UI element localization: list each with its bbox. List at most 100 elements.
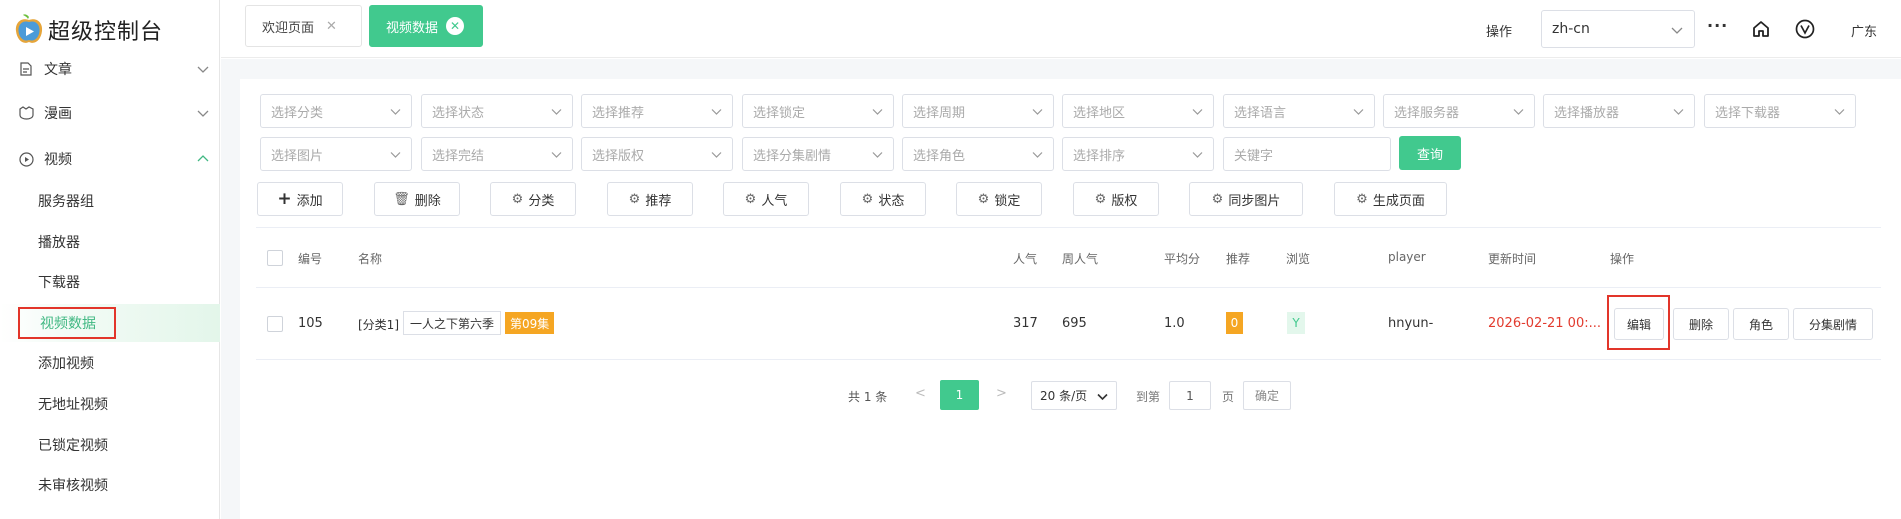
filter-recommend[interactable]: 选择推荐 <box>581 94 733 128</box>
filter-placeholder: 选择下载器 <box>1715 105 1781 121</box>
column-header-recommend: 推荐 <box>1226 252 1251 266</box>
filter-sort[interactable]: 选择排序 <box>1062 137 1214 171</box>
close-icon[interactable]: ✕ <box>326 19 337 34</box>
button-label: 推荐 <box>645 193 672 209</box>
chevron-down-icon <box>1671 27 1683 34</box>
episode-badge: 第09集 <box>505 312 555 334</box>
sidebar-item-unreviewed-video[interactable]: 未审核视频 <box>0 466 220 504</box>
page-number-current[interactable]: 1 <box>940 380 979 410</box>
sidebar-group-video[interactable]: 视频 <box>0 140 220 178</box>
page-size-value: 20 条/页 <box>1040 389 1088 403</box>
chevron-down-icon <box>1673 109 1684 115</box>
sidebar-item-label: 视频数据 <box>18 307 116 339</box>
column-header-operations: 操作 <box>1610 252 1635 266</box>
sidebar-item-video-data[interactable]: 视频数据 <box>0 304 220 342</box>
table-bottom-divider <box>256 359 1881 360</box>
sidebar-item-locked-video[interactable]: 已锁定视频 <box>0 426 220 464</box>
filter-downloader[interactable]: 选择下载器 <box>1704 94 1856 128</box>
tab-label: 欢迎页面 <box>262 20 315 36</box>
cell-name[interactable]: 一人之下第六季 <box>403 311 502 335</box>
gear-icon: ⚙ <box>511 191 524 207</box>
vue-icon[interactable] <box>1795 19 1815 39</box>
button-label: 版权 <box>1111 193 1138 209</box>
recommend-button[interactable]: ⚙ 推荐 <box>607 182 693 216</box>
filter-lock[interactable]: 选择锁定 <box>742 94 894 128</box>
column-header-id: 编号 <box>298 252 323 266</box>
tab-welcome[interactable]: 欢迎页面 ✕ <box>245 5 362 47</box>
filter-placeholder: 选择版权 <box>592 148 645 164</box>
goto-page-input[interactable]: 1 <box>1169 381 1211 410</box>
page-size-select[interactable]: 20 条/页 <box>1031 381 1117 410</box>
filter-placeholder: 选择周期 <box>913 105 966 121</box>
gear-icon: ⚙ <box>744 191 757 207</box>
keyword-input[interactable]: 关键字 <box>1223 137 1391 171</box>
status-button[interactable]: ⚙ 状态 <box>840 182 926 216</box>
filter-placeholder: 选择完结 <box>432 148 485 164</box>
prev-page-icon[interactable]: < <box>915 386 926 401</box>
filter-completed[interactable]: 选择完结 <box>421 137 573 171</box>
filter-episode-plot[interactable]: 选择分集剧情 <box>742 137 894 171</box>
chevron-down-icon <box>872 152 883 158</box>
popularity-button[interactable]: ⚙ 人气 <box>723 182 809 216</box>
category-button[interactable]: ⚙ 分类 <box>490 182 576 216</box>
video-icon <box>18 151 34 167</box>
sidebar-group-comics[interactable]: 漫画 <box>0 94 220 132</box>
filter-placeholder: 选择锁定 <box>753 105 806 121</box>
home-icon[interactable] <box>1751 19 1771 39</box>
cell-id: 105 <box>298 316 323 331</box>
sidebar-item-no-address-video[interactable]: 无地址视频 <box>0 385 220 423</box>
row-delete-button[interactable]: 删除 <box>1673 308 1729 340</box>
button-label: 删除 <box>414 193 441 209</box>
goto-confirm-button[interactable]: 确定 <box>1243 381 1291 410</box>
row-checkbox[interactable] <box>267 316 283 332</box>
sidebar-item-player[interactable]: 播放器 <box>0 223 220 261</box>
app-title: 超级控制台 <box>48 20 164 45</box>
filter-category[interactable]: 选择分类 <box>260 94 412 128</box>
sidebar-item-label: 下载器 <box>38 275 80 291</box>
sidebar-group-label: 漫画 <box>44 106 72 122</box>
tab-video-data[interactable]: 视频数据 ✕ <box>369 5 483 47</box>
close-icon[interactable]: ✕ <box>446 17 465 35</box>
sidebar-item-downloader[interactable]: 下载器 <box>0 263 220 301</box>
language-select[interactable]: zh-cn <box>1541 10 1695 48</box>
filter-placeholder: 选择分类 <box>271 105 324 121</box>
filter-player[interactable]: 选择播放器 <box>1543 94 1695 128</box>
filter-placeholder: 选择地区 <box>1073 105 1126 121</box>
edit-button[interactable]: 编辑 <box>1614 308 1664 340</box>
sidebar-item-label: 播放器 <box>38 235 80 251</box>
query-button[interactable]: 查询 <box>1399 136 1461 170</box>
chevron-down-icon <box>872 109 883 115</box>
filter-image[interactable]: 选择图片 <box>260 137 412 171</box>
column-header-hits: 人气 <box>1013 252 1038 266</box>
chevron-down-icon <box>551 109 562 115</box>
chevron-down-icon <box>1032 109 1043 115</box>
delete-button[interactable]: 🗑 删除 <box>374 182 460 216</box>
pagination-total: 共 1 条 <box>848 390 888 404</box>
next-page-icon[interactable]: > <box>996 386 1007 401</box>
add-button[interactable]: + 添加 <box>257 182 343 216</box>
button-label: 状态 <box>878 193 905 209</box>
filter-period[interactable]: 选择周期 <box>902 94 1054 128</box>
filter-role[interactable]: 选择角色 <box>902 137 1054 171</box>
filter-region[interactable]: 选择地区 <box>1062 94 1214 128</box>
sync-images-button[interactable]: ⚙ 同步图片 <box>1189 182 1303 216</box>
generate-page-button[interactable]: ⚙ 生成页面 <box>1334 182 1447 216</box>
filter-placeholder: 选择播放器 <box>1554 105 1620 121</box>
role-button[interactable]: 角色 <box>1733 308 1789 340</box>
button-label: 锁定 <box>994 193 1021 209</box>
episode-plot-button[interactable]: 分集剧情 <box>1793 308 1873 340</box>
more-icon[interactable]: ··· <box>1707 16 1728 35</box>
sidebar-item-server-group[interactable]: 服务器组 <box>0 182 220 220</box>
filter-language[interactable]: 选择语言 <box>1223 94 1375 128</box>
filter-status[interactable]: 选择状态 <box>421 94 573 128</box>
filter-server[interactable]: 选择服务器 <box>1383 94 1535 128</box>
sidebar-item-add-video[interactable]: 添加视频 <box>0 344 220 382</box>
logo[interactable]: 超级控制台 <box>12 12 163 48</box>
filter-placeholder: 选择推荐 <box>592 105 645 121</box>
filter-copyright[interactable]: 选择版权 <box>581 137 733 171</box>
sidebar-group-articles[interactable]: 文章 <box>0 50 220 88</box>
copyright-button[interactable]: ⚙ 版权 <box>1073 182 1159 216</box>
select-all-checkbox[interactable] <box>267 250 283 266</box>
lock-button[interactable]: ⚙ 锁定 <box>956 182 1042 216</box>
cell-player: hnyun- <box>1388 316 1434 331</box>
